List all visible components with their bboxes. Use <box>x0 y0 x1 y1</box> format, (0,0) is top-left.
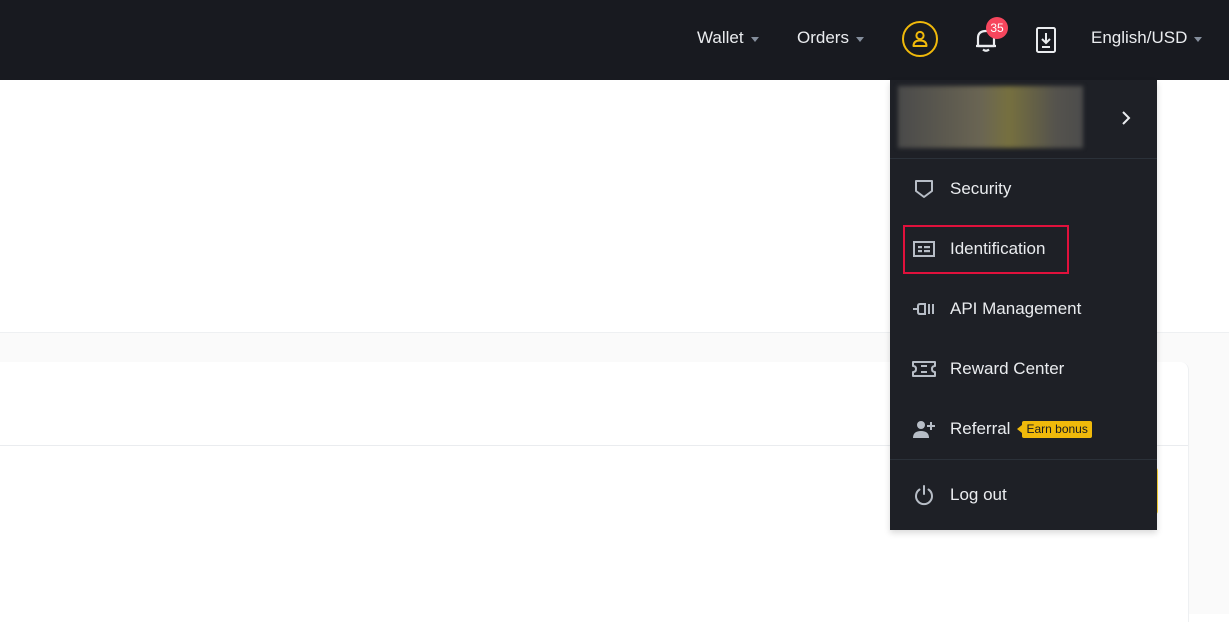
power-icon <box>912 483 936 507</box>
identification-highlight-box <box>903 225 1069 274</box>
menu-divider <box>890 459 1157 460</box>
menu-item-security[interactable]: Security <box>912 177 1011 201</box>
ticket-icon <box>912 357 936 381</box>
wallet-label: Wallet <box>697 28 744 47</box>
user-icon <box>912 30 928 47</box>
language-label: English/USD <box>1091 28 1188 47</box>
caret-down-icon <box>750 36 759 42</box>
earn-bonus-badge: Earn bonus <box>1017 420 1092 438</box>
menu-item-label: Referral <box>950 419 1011 438</box>
language-currency-menu[interactable]: English/USD <box>1091 28 1203 48</box>
user-account-button[interactable] <box>902 21 938 57</box>
menu-item-label: Security <box>950 179 1012 198</box>
profile-summary-row[interactable] <box>890 80 1157 159</box>
menu-item-logout[interactable]: Log out <box>912 483 1007 507</box>
user-dropdown-menu: Security Identification API Management R… <box>890 80 1157 530</box>
chevron-right-icon <box>1122 111 1131 125</box>
menu-item-referral[interactable]: Referral Earn bonus <box>912 417 1092 441</box>
notification-count-badge: 35 <box>986 17 1008 39</box>
menu-item-reward-center[interactable]: Reward Center <box>912 357 1064 381</box>
menu-item-label: Reward Center <box>950 359 1065 378</box>
download-icon <box>1036 27 1056 53</box>
api-plug-icon <box>912 297 936 321</box>
blurred-profile-info <box>898 86 1083 148</box>
caret-down-icon <box>1194 36 1203 42</box>
menu-item-label: API Management <box>950 299 1082 318</box>
orders-label: Orders <box>797 28 849 47</box>
add-user-icon <box>912 417 936 441</box>
top-navbar: Wallet Orders 35 English/USD <box>0 0 1229 80</box>
wallet-menu[interactable]: Wallet <box>697 28 759 48</box>
logout-label: Log out <box>950 485 1007 504</box>
shield-icon <box>912 177 936 201</box>
orders-menu[interactable]: Orders <box>797 28 864 48</box>
menu-item-api-management[interactable]: API Management <box>912 297 1081 321</box>
download-app-button[interactable] <box>1035 27 1057 53</box>
caret-down-icon <box>855 36 864 42</box>
